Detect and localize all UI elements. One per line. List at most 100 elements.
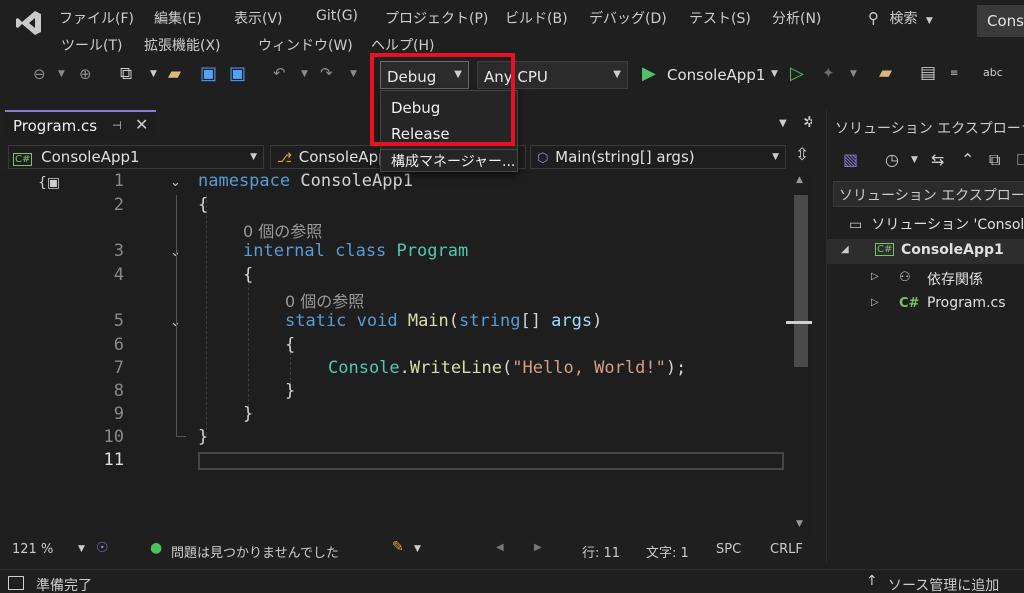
- solution-explorer-search[interactable]: ソリューション エクスプローラー -: [833, 181, 1024, 207]
- pending-changes-icon[interactable]: ◷: [885, 150, 899, 169]
- save-icon[interactable]: ▣: [200, 63, 217, 84]
- editor-status-strip: 121 % ▼ ☉ ● 問題は見つかりませんでした ✎ ▼ ◀ ▶ 行: 11 …: [0, 537, 822, 561]
- menu-debug[interactable]: デバッグ(D): [589, 8, 667, 28]
- issues-status[interactable]: 問題は見つかりませんでした: [171, 542, 339, 561]
- reference-count-link[interactable]: 0 個の参照: [285, 288, 364, 312]
- search-field-text: ソリューション エクスプローラー -: [839, 188, 1024, 204]
- chevron-down-icon[interactable]: ▼: [771, 69, 778, 79]
- tab-list-icon[interactable]: ▼: [779, 118, 787, 129]
- output-window-icon[interactable]: [8, 576, 24, 590]
- cleanup-brush-icon[interactable]: ✎: [392, 539, 404, 555]
- menu-window[interactable]: ウィンドウ(W): [258, 35, 353, 55]
- collapsed-arrow-icon[interactable]: ▷: [871, 271, 879, 282]
- dependencies-icon: ⚇: [899, 270, 911, 285]
- menu-build[interactable]: ビルド(B): [505, 8, 568, 28]
- nav-member-dropdown[interactable]: ⬡ Main(string[] args) ▼: [530, 145, 786, 169]
- menu-project[interactable]: プロジェクト(P): [385, 8, 488, 28]
- forward-icon[interactable]: ⊕: [79, 65, 92, 83]
- indent-mode[interactable]: SPC: [716, 542, 741, 557]
- scrollbar-thumb[interactable]: [794, 195, 808, 367]
- run-icon[interactable]: ▶: [642, 63, 656, 84]
- properties-icon[interactable]: ⎕: [1017, 150, 1024, 170]
- char-indicator[interactable]: 文字: 1: [646, 542, 689, 561]
- line-ending[interactable]: CRLF: [770, 542, 803, 557]
- close-icon[interactable]: ✕: [135, 115, 148, 134]
- menu-view[interactable]: 表示(V): [234, 8, 283, 28]
- visual-studio-window: ファイル(F) 編集(E) 表示(V) Git(G) プロジェクト(P) ビルド…: [0, 0, 1024, 593]
- line-number: 5: [113, 311, 124, 331]
- chevron-down-icon[interactable]: ▼: [911, 155, 918, 165]
- code-line-2: {: [198, 195, 209, 215]
- collapsed-arrow-icon[interactable]: ▷: [871, 297, 879, 308]
- scroll-down-icon[interactable]: ▼: [796, 519, 803, 529]
- chevron-down-icon[interactable]: ▼: [414, 544, 421, 554]
- vs-logo-icon: [14, 8, 44, 38]
- intellicode-icon[interactable]: ☉: [96, 540, 109, 556]
- solution-title-tab[interactable]: Conso: [977, 5, 1024, 37]
- menu-git[interactable]: Git(G): [316, 8, 358, 24]
- pin-icon[interactable]: ⊣: [112, 119, 122, 132]
- editor-area[interactable]: {▣ 1 2 3 4 5 6 7 8 9 10 11 ⌄ ⌄ ⌄ namespa…: [0, 171, 812, 537]
- code-line-5: static void Main(string[] args): [285, 311, 603, 331]
- tree-item-project[interactable]: ◢ C# ConsoleApp1: [827, 239, 1024, 264]
- chevron-down-icon[interactable]: ▼: [350, 69, 357, 79]
- new-item-icon[interactable]: ⧉: [120, 64, 132, 84]
- menu-file[interactable]: ファイル(F): [59, 8, 134, 28]
- sync-icon[interactable]: ⇆: [931, 150, 944, 169]
- expanded-arrow-icon[interactable]: ◢: [841, 244, 849, 255]
- nav-project-dropdown[interactable]: C# ConsoleApp1 ▼: [8, 145, 264, 169]
- menu-test[interactable]: テスト(S): [689, 8, 751, 28]
- open-folder-icon[interactable]: ▰: [168, 64, 181, 84]
- start-without-debug-icon[interactable]: ▷: [790, 63, 804, 84]
- chevron-down-icon[interactable]: ▼: [78, 544, 85, 554]
- reference-count-link[interactable]: 0 個の参照: [243, 218, 322, 242]
- current-line-highlight: [198, 452, 784, 470]
- tree-item-solution[interactable]: ▭ ソリューション 'Console: [849, 214, 1024, 236]
- source-control-button[interactable]: ソース管理に追加: [888, 575, 999, 593]
- highlight-box: [370, 53, 515, 146]
- redo-icon[interactable]: ↷: [320, 64, 333, 82]
- next-issue-icon[interactable]: ▶: [534, 542, 542, 553]
- chevron-down-icon[interactable]: ▼: [850, 69, 857, 79]
- caret-marker: [786, 321, 812, 324]
- ready-status: 準備完了: [36, 578, 92, 593]
- undo-icon[interactable]: ↶: [273, 64, 286, 82]
- menu-analyze[interactable]: 分析(N): [772, 8, 821, 28]
- tree-item-dependencies[interactable]: ▷ ⚇ 依存関係: [827, 267, 1024, 291]
- chevron-down-icon[interactable]: ▼: [301, 69, 308, 79]
- collapse-all-icon[interactable]: ⌃: [961, 150, 974, 169]
- code-line-1: namespace ConsoleApp1: [198, 171, 413, 191]
- menu-help[interactable]: ヘルプ(H): [371, 35, 434, 55]
- zoom-level[interactable]: 121 %: [12, 542, 53, 557]
- chevron-down-icon[interactable]: ▼: [150, 69, 157, 79]
- hot-reload-icon[interactable]: ✦: [822, 64, 835, 82]
- menu-extensions[interactable]: 拡張機能(X): [144, 35, 221, 55]
- scroll-up-icon[interactable]: ▲: [796, 175, 803, 185]
- find-in-files-icon[interactable]: ▰: [879, 63, 892, 83]
- back-icon[interactable]: ⊖: [33, 65, 46, 83]
- split-editor-icon[interactable]: ⇳: [795, 145, 809, 165]
- search-label: 検索: [889, 11, 918, 27]
- switch-views-icon[interactable]: ▧: [843, 150, 858, 169]
- menu-tools[interactable]: ツール(T): [61, 35, 122, 55]
- line-indicator[interactable]: 行: 11: [582, 542, 620, 561]
- overflow-icon[interactable]: ≡: [950, 68, 958, 79]
- tree-item-label: ソリューション 'Console: [871, 217, 1024, 233]
- tab-program-cs[interactable]: Program.cs ⊣ ✕: [5, 110, 156, 140]
- menu-edit[interactable]: 編集(E): [154, 8, 202, 28]
- show-all-files-icon[interactable]: ⧉: [989, 150, 1000, 170]
- run-target-button[interactable]: ConsoleApp1: [667, 66, 765, 84]
- indent-guide: [248, 267, 249, 407]
- vertical-scrollbar[interactable]: ▲ ▼: [786, 171, 812, 537]
- spell-check-icon[interactable]: abc: [983, 66, 1003, 79]
- layout-icon[interactable]: ▤: [920, 63, 936, 83]
- solution-icon: ▭: [849, 217, 863, 233]
- tree-item-program-cs[interactable]: ▷ C# Program.cs: [827, 293, 1024, 317]
- chevron-down-icon: ▼: [772, 152, 779, 162]
- save-all-icon[interactable]: ▣: [229, 63, 246, 84]
- chevron-down-icon[interactable]: ▼: [58, 69, 65, 79]
- search-button[interactable]: ⚲ 検索 ▼: [868, 8, 958, 32]
- configuration-manager-option[interactable]: 構成マネージャー...: [391, 151, 515, 171]
- collapse-chevron-icon[interactable]: ⌄: [170, 175, 181, 190]
- prev-issue-icon[interactable]: ◀: [496, 542, 504, 553]
